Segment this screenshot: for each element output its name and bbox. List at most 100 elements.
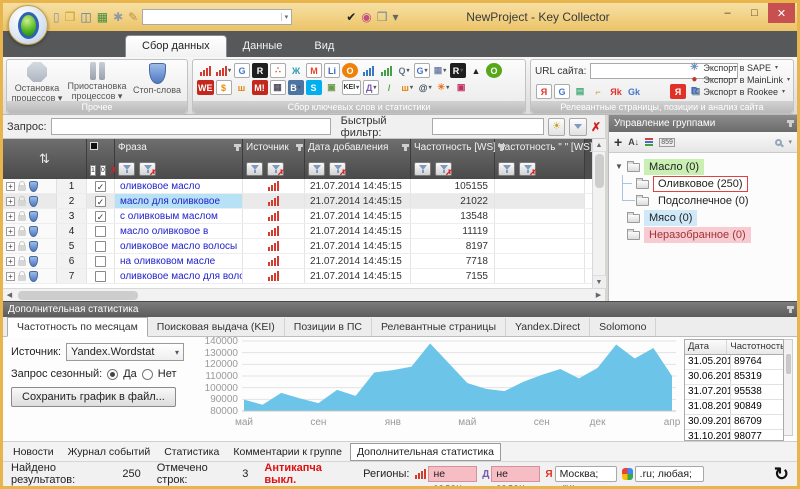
liveinternet-icon[interactable]: Li [324,63,340,78]
leaf-icon[interactable]: / [381,80,397,95]
google-kei-icon[interactable]: Gk [626,84,642,99]
query-input[interactable] [51,118,331,135]
expand-row-icon[interactable]: + [6,212,15,221]
google-icon[interactable]: G [554,84,570,99]
uncheck-all-button[interactable]: 0 [100,165,106,176]
captcha-icon[interactable]: ◉ [361,10,371,24]
column-header-frequency-ws[interactable]: Частотность [WS]✗ [411,139,495,179]
bottom-tab-5[interactable]: Дополнительная статистика [350,443,501,461]
tree-item-мясо[interactable]: Мясо (0) [609,209,797,226]
stats-tab-3[interactable]: Позиции в ПС [285,318,372,336]
mailru-agent-icon[interactable]: M! [252,80,268,95]
export-table-icon[interactable]: ▦ [97,10,108,24]
close-button[interactable]: ✕ [768,3,795,23]
report-icon[interactable]: ❒ [377,10,388,24]
save-chart-button[interactable]: Сохранить график в файл... [11,387,176,407]
snapshot-icon[interactable]: ▦▾ [432,63,448,78]
stop-processes-button[interactable]: Остановкапроцессов ▾ [8,61,66,100]
ribbon-tab-сбор-данных[interactable]: Сбор данных [125,35,227,57]
arrange-icon[interactable]: ⇅ [39,151,50,167]
add-group-button[interactable]: + [614,134,622,150]
phrase-cell[interactable]: оливковое масло для волос [115,269,243,283]
seasonal-no-radio[interactable] [142,369,153,380]
yandex-icon[interactable]: Я [536,84,552,99]
mailru-icon[interactable]: M [306,63,322,78]
tree-item-неразобранное[interactable]: Неразобранное (0) [609,226,797,243]
broom-icon[interactable]: ⌐ [590,84,606,99]
rambler-suggest-icon[interactable]: R▾ [450,63,466,78]
select-all-icon[interactable] [90,142,98,150]
collapse-arrow-icon[interactable]: ▼ [615,162,626,171]
skype-icon[interactable]: S [306,80,322,95]
column-filter-button[interactable] [308,162,325,176]
phrase-cell[interactable]: масло оливковое в [115,224,243,238]
hand-icon[interactable]: ш [234,80,250,95]
spy-icon[interactable]: @▾ [417,80,433,95]
combo-dropdown-icon[interactable]: ▾ [281,13,292,21]
region-value[interactable]: .ru; любая; ... [635,466,704,482]
yandex-positions-icon[interactable]: Я [670,84,686,99]
stats-pin-icon[interactable] [789,306,792,313]
chart-blue-icon[interactable] [360,63,376,78]
ok-circle-icon[interactable]: O [486,63,502,78]
direct-icon[interactable]: Д▾ [363,80,379,95]
calculator-icon[interactable]: ▦ [270,80,286,95]
hand-tools-icon[interactable]: ш▾ [399,80,415,95]
row-checkbox[interactable] [95,226,106,237]
seopult-icon[interactable]: $ [216,80,232,95]
filter-hint-button[interactable]: ☀ [548,118,566,136]
clear-column-filter-button[interactable]: ✗ [267,162,284,176]
freq-table-scrollbar[interactable] [784,339,793,436]
scroll-left-icon[interactable]: ◀ [3,289,16,302]
phrase-cell[interactable]: оливковое масло [115,179,243,193]
keyword-row[interactable]: +5оливковое масло волосы21.07.2014 14:45… [3,239,605,254]
keyword-row[interactable]: +3✓с оливковым маслом21.07.2014 14:45:15… [3,209,605,224]
pause-processes-button[interactable]: Приостановкапроцессов ▾ [68,61,126,100]
source-select[interactable]: Yandex.Wordstat ▾ [66,343,184,361]
quick-search-combo[interactable]: ▾ [142,9,292,25]
new-project-icon[interactable]: ▯ [53,10,60,24]
search-magnifier-icon[interactable]: Q▾ [396,63,412,78]
keyword-row[interactable]: +1✓оливковое масло21.07.2014 14:45:15105… [3,179,605,194]
region-value[interactable]: Москва; .ru; [555,466,617,482]
scroll-right-icon[interactable]: ▶ [592,289,605,302]
google-keywords-icon[interactable]: G [234,63,250,78]
keyword-row[interactable]: +7оливковое масло для волос21.07.2014 14… [3,269,605,284]
thumbs-up-icon[interactable]: ▲ [468,63,484,78]
row-checkbox[interactable]: ✓ [95,181,106,192]
expand-row-icon[interactable]: + [6,242,15,251]
bottom-tab-3[interactable]: Статистика [158,444,225,460]
kei-icon[interactable]: KEI▾ [342,80,362,95]
minimize-button[interactable]: – [714,3,741,23]
region-value[interactable]: не задан [428,466,477,482]
column-header-source[interactable]: Источник✗ [243,139,305,179]
counter-badge[interactable]: 859 [659,138,675,147]
rambler-icon[interactable]: R [252,63,268,78]
stats-tab-2[interactable]: Поисковая выдача (KEI) [148,318,285,336]
bottom-tab-4[interactable]: Комментарии к группе [227,444,348,460]
clear-column-filter-button[interactable]: ✗ [139,162,156,176]
clear-filter-button[interactable]: ✗ [591,120,601,134]
tree-item-масло[interactable]: ▼Масло (0) [609,158,797,175]
h-scroll-thumb[interactable] [18,291,138,300]
toolbar-options-icon[interactable]: ▾ [393,10,399,24]
stats-tab-4[interactable]: Релевантные страницы [372,318,506,336]
expand-row-icon[interactable]: + [6,182,15,191]
sort-az-button[interactable]: A↓ [628,137,639,147]
scroll-up-icon[interactable]: ▲ [593,139,606,152]
row-checkbox[interactable] [95,256,106,267]
open-project-icon[interactable]: ❒ [65,10,76,24]
keyword-row[interactable]: +4масло оливковое в21.07.2014 14:45:1511… [3,224,605,239]
keyword-row[interactable]: +6на оливковом масле21.07.2014 14:45:157… [3,254,605,269]
vertical-scrollbar[interactable]: ▲ ▼ [592,139,605,288]
app-menu-orb[interactable] [8,5,48,45]
odnoklassniki-icon[interactable]: O [342,63,358,78]
freq-scroll-thumb[interactable] [786,354,791,374]
check-all-button[interactable]: 1 [90,165,96,176]
export-sape-button[interactable]: ✳Экспорт в SAPE▾ [688,62,790,73]
bottom-tab-1[interactable]: Новости [7,444,60,460]
expand-row-icon[interactable]: + [6,272,15,281]
scroll-down-icon[interactable]: ▼ [593,275,606,288]
tree-item-оливковое[interactable]: Оливковое (250) [609,175,797,192]
phrase-cell[interactable]: масло для оливковое [115,194,243,208]
